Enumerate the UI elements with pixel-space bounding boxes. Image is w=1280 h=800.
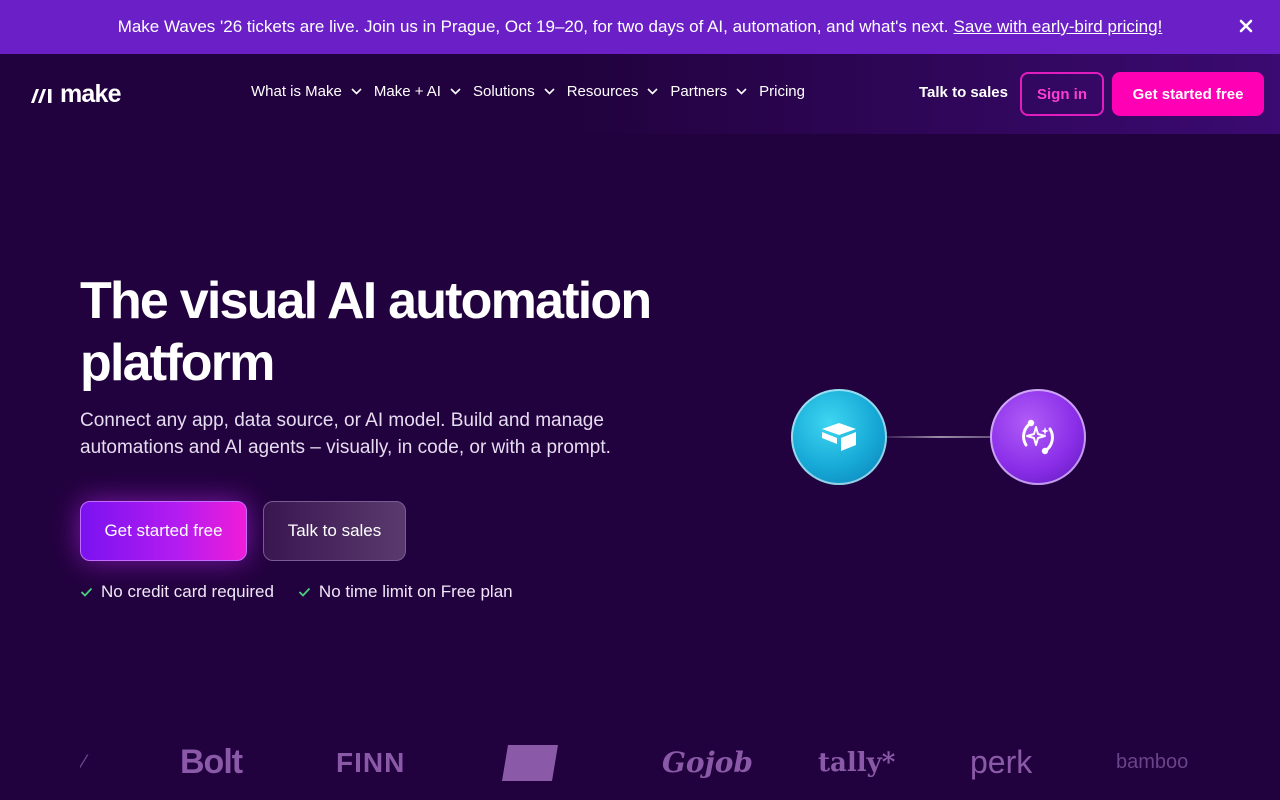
hero-title-line2: platform — [80, 334, 275, 392]
close-icon[interactable] — [1234, 14, 1258, 38]
get-started-nav-button[interactable]: Get started free — [1112, 72, 1264, 116]
flow-connector — [885, 436, 995, 438]
make-logo[interactable]: make — [30, 80, 122, 109]
banner-text: Make Waves '26 tickets are live. Join us… — [117, 17, 949, 36]
automation-flow-illustration — [791, 389, 1087, 487]
airtable-icon — [822, 423, 856, 451]
get-started-hero-button[interactable]: Get started free — [80, 501, 247, 561]
chevron-down-icon — [450, 88, 461, 95]
check-icon — [298, 587, 311, 597]
nav-item-label: What is Make — [251, 83, 342, 100]
check-label: No credit card required — [101, 582, 274, 601]
logo-finn: FINN — [336, 746, 406, 778]
chevron-down-icon — [736, 88, 747, 95]
hero-subtitle: Connect any app, data source, or AI mode… — [80, 407, 640, 461]
check-item: No time limit on Free plan — [298, 582, 513, 602]
hero-subtitle-line2: automations and AI agents – visually, in… — [80, 437, 611, 458]
sign-in-button[interactable]: Sign in — [1020, 72, 1104, 116]
nav-menu: What is Make Make + AI Solutions Resourc… — [251, 83, 805, 100]
logo-gojob: Gojob — [662, 746, 753, 779]
check-item: No credit card required — [80, 582, 274, 602]
logo-tally: tally* — [818, 747, 896, 778]
nav-item-label: Resources — [566, 83, 639, 100]
hero-title: The visual AI automation platform — [80, 270, 660, 394]
banner-link[interactable]: Save with early-bird pricing! — [953, 17, 1162, 37]
nav-item-partners[interactable]: Partners — [670, 83, 747, 100]
nav-item-label: Make + AI — [373, 83, 441, 100]
nav-item-solutions[interactable]: Solutions — [473, 83, 555, 100]
ai-agent-icon — [1022, 419, 1054, 455]
nav-item-pricing[interactable]: Pricing — [759, 83, 805, 100]
chevron-down-icon — [647, 88, 658, 95]
nav-item-label: Solutions — [472, 83, 535, 100]
logo-fonds-finanz — [500, 735, 560, 790]
nav-item-resources[interactable]: Resources — [567, 83, 659, 100]
hero-subtitle-line1: Connect any app, data source, or AI mode… — [80, 410, 604, 431]
check-label: No time limit on Free plan — [318, 582, 513, 601]
chevron-down-icon — [351, 88, 362, 95]
talk-to-sales-hero-button[interactable]: Talk to sales — [263, 501, 406, 561]
ai-agent-node — [990, 389, 1086, 485]
nav-item-make-ai[interactable]: Make + AI — [374, 83, 461, 100]
nav-item-label: Partners — [670, 83, 728, 100]
logo-wordmark: make — [60, 80, 122, 108]
talk-to-sales-link[interactable]: Talk to sales — [919, 84, 1008, 101]
hero-title-line1: The visual AI automation — [80, 272, 652, 330]
make-logo-icon — [31, 88, 52, 103]
nav-item-what-is-make[interactable]: What is Make — [251, 83, 362, 100]
check-icon — [80, 587, 93, 597]
announcement-banner: Make Waves '26 tickets are live. Join us… — [0, 0, 1280, 54]
customer-logos: ⁄ Bolt FINN Gojob tally* perk bamboo — [80, 735, 1200, 790]
chevron-down-icon — [544, 88, 555, 95]
hero-checks: No credit card required No time limit on… — [80, 582, 537, 602]
logo-bolt: Bolt — [180, 743, 243, 781]
main-nav: make What is Make Make + AI Solutions Re… — [0, 54, 1280, 134]
logo-bamboo: bamboo — [1116, 751, 1189, 773]
nav-item-label: Pricing — [759, 83, 805, 100]
airtable-node — [791, 389, 887, 485]
logo-partial: ⁄ — [82, 749, 86, 775]
logo-perk: perk — [970, 744, 1033, 780]
